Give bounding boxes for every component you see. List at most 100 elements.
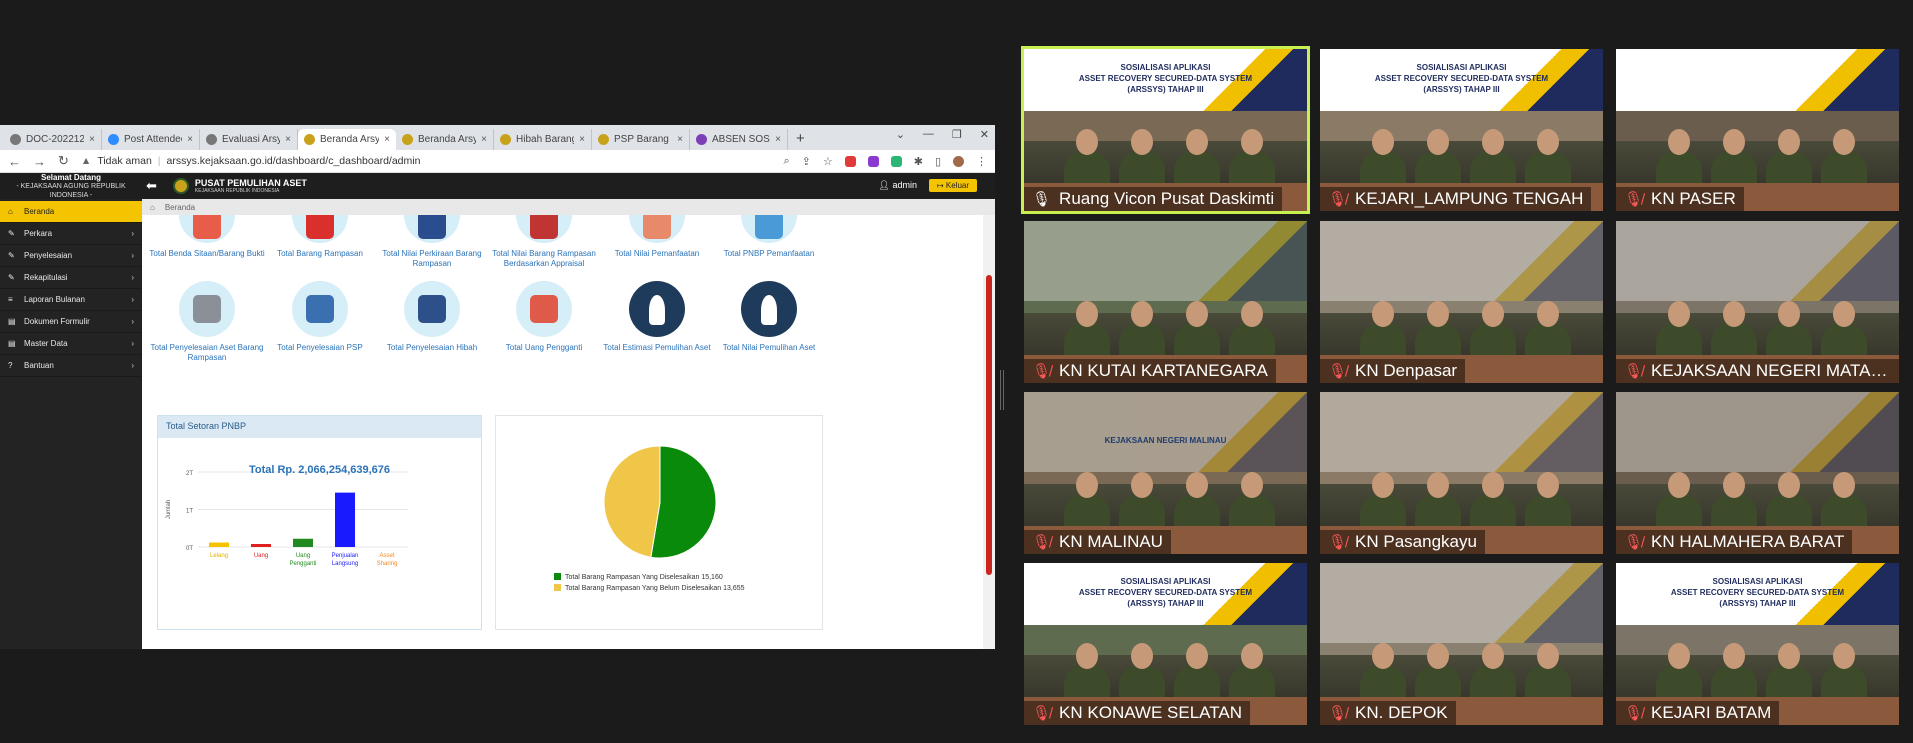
participant-tile[interactable]: 🎙︎̸ KN. DEPOK [1320, 563, 1603, 725]
browser-tab[interactable]: Hibah Barang × [494, 129, 592, 150]
tab-close-icon[interactable]: × [579, 134, 585, 145]
zoom-icon[interactable]: ⌕ [783, 155, 789, 168]
participant-tile[interactable]: 🎙︎̸ KN Denpasar [1320, 221, 1603, 383]
extensions-puzzle-icon[interactable]: ✱ [914, 155, 923, 168]
participant-name-label: 🎙︎̸ KN KONAWE SELATAN [1024, 701, 1250, 725]
reload-icon[interactable]: ↻ [58, 153, 69, 169]
participant-tile[interactable]: 🎙︎̸ KN HALMAHERA BARAT [1616, 392, 1899, 554]
bar [251, 544, 271, 547]
participant-name: KN. DEPOK [1355, 703, 1448, 722]
stat-card[interactable]: Total Barang Rampasan [260, 215, 380, 259]
stat-card[interactable]: Total Penyelesaian PSP [260, 281, 380, 353]
profile-avatar[interactable] [953, 155, 964, 167]
minimize-button[interactable]: — [923, 128, 934, 141]
stat-card[interactable]: Total Nilai Pemulihan Aset [709, 281, 829, 353]
person-head [1537, 301, 1559, 327]
adblock-extension-icon[interactable] [844, 155, 856, 167]
content-scrollbar[interactable] [983, 215, 995, 649]
person-head [1186, 472, 1208, 498]
stat-card[interactable]: Total Estimasi Pemulihan Aset [597, 281, 717, 353]
stat-card[interactable]: Total PNBP Pemanfaatan [709, 215, 829, 259]
participant-tile[interactable]: 🎙︎̸ KN Pasangkayu [1320, 392, 1603, 554]
tab-close-icon[interactable]: × [285, 134, 291, 145]
sidebar-toggle-icon[interactable]: ⬅ [146, 178, 157, 194]
tab-close-icon[interactable]: × [89, 134, 95, 145]
participant-tile[interactable]: SOSIALISASI APLIKASI ASSET RECOVERY SECUR… [1024, 563, 1307, 725]
browser-tab[interactable]: Evaluasi Arsy × [200, 129, 298, 150]
person-head [1723, 129, 1745, 155]
browser-tab[interactable]: DOC-2022121 × [4, 129, 102, 150]
stat-card[interactable]: Total Nilai Barang Rampasan Berdasarkan … [484, 215, 604, 269]
x-tick-label: Langsung [332, 561, 358, 567]
user-name: admin [892, 180, 917, 190]
tabs: DOC-2022121 × Post Attendee × Evaluasi A… [4, 129, 788, 150]
tab-search-icon[interactable]: ⌄ [896, 128, 905, 141]
stat-card[interactable]: Total Benda Sitaan/Barang Bukti [147, 215, 267, 259]
back-icon[interactable]: ← [8, 154, 21, 169]
person-head [1076, 472, 1098, 498]
sidebar-item[interactable]: ✎ Penyelesaian › [0, 245, 142, 267]
browser-tab[interactable]: PSP Barang R × [592, 129, 690, 150]
sidebar-item[interactable]: ▤ Dokumen Formulir › [0, 311, 142, 333]
participant-tile[interactable]: 🎙︎̸ KEJAKSAAN NEGERI MATAR... [1616, 221, 1899, 383]
backdrop [1024, 392, 1307, 472]
url-text[interactable]: arssys.kejaksaan.go.id/dashboard/c_dashb… [167, 155, 421, 167]
browser-tab[interactable]: Post Attendee × [102, 129, 200, 150]
panel-splitter-handle[interactable] [1000, 370, 1004, 410]
sidebar-item[interactable]: ✎ Perkara › [0, 223, 142, 245]
stat-card[interactable]: Total Penyelesaian Aset Barang Rampasan [147, 281, 267, 363]
participant-tile[interactable]: JAKARTA, 11-12 JAN 🎙︎̸ KN PASER [1616, 49, 1899, 211]
stat-illustration-icon [741, 215, 797, 243]
participant-tile[interactable]: KEJAKSAAN NEGERI MALINAU 🎙︎̸ KN MALINAU [1024, 392, 1307, 554]
extension-icon[interactable] [890, 155, 902, 167]
bookmark-star-icon[interactable]: ☆ [823, 155, 833, 168]
scrollbar-thumb[interactable] [986, 275, 992, 575]
extension-icon[interactable] [867, 155, 879, 167]
participant-tile[interactable]: SOSIALISASI APLIKASI ASSET RECOVERY SECUR… [1320, 49, 1603, 211]
browser-tab[interactable]: Beranda Arsy × [298, 129, 396, 150]
person-head [1537, 643, 1559, 669]
person-head [1537, 129, 1559, 155]
browser-menu-icon[interactable]: ⋮ [976, 155, 987, 168]
participant-name-label: 🎙︎̸ KN. DEPOK [1320, 701, 1456, 725]
new-tab-button[interactable]: + [788, 129, 813, 150]
sidebar-item[interactable]: ✎ Rekapitulasi › [0, 267, 142, 289]
stat-card[interactable]: Total Nilai Perkiraan Barang Rampasan [372, 215, 492, 269]
person-head [1668, 643, 1690, 669]
banner-text: (ARSSYS) TAHAP III [1719, 599, 1796, 608]
participant-tile[interactable]: 🎙︎̸ KN KUTAI KARTANEGARA [1024, 221, 1307, 383]
browser-tab[interactable]: Beranda Arsy × [396, 129, 494, 150]
sidebar-item[interactable]: ▤ Master Data › [0, 333, 142, 355]
tab-close-icon[interactable]: × [677, 134, 683, 145]
user-menu[interactable]: 👤︎ admin [879, 180, 917, 191]
forward-icon[interactable]: → [33, 154, 46, 169]
participant-name-label: 🎙︎̸ KN PASER [1616, 187, 1744, 211]
stat-card[interactable]: Total Penyelesaian Hibah [372, 281, 492, 353]
stat-card[interactable]: Total Nilai Pemanfaatan [597, 215, 717, 259]
sidebar-item[interactable]: ≡ Laporan Bulanan › [0, 289, 142, 311]
close-window-button[interactable]: ✕ [980, 128, 989, 141]
home-icon[interactable]: ⌂ [150, 203, 155, 212]
sidebar-item[interactable]: ⌂ Beranda [0, 201, 142, 223]
restore-button[interactable]: ❐ [952, 128, 962, 141]
mic-muted-icon: 🎙︎̸ [1032, 534, 1052, 551]
person-head [1372, 129, 1394, 155]
participant-name: KN Pasangkayu [1355, 532, 1477, 551]
browser-tab[interactable]: ABSEN SOSIA × [690, 129, 788, 150]
stat-label: Total Benda Sitaan/Barang Bukti [149, 249, 265, 258]
participant-tile[interactable]: SOSIALISASI APLIKASI ASSET RECOVERY SECUR… [1616, 563, 1899, 725]
sidebar-item-label: Laporan Bulanan [24, 295, 85, 304]
sidepanel-icon[interactable]: ▯ [935, 155, 941, 168]
stat-illustration-icon [292, 281, 348, 337]
stat-card[interactable]: Total Uang Pengganti [484, 281, 604, 353]
logout-button[interactable]: ↦ Keluar [928, 179, 977, 192]
sidebar-item[interactable]: ? Bantuan › [0, 355, 142, 377]
tab-close-icon[interactable]: × [775, 134, 781, 145]
participant-tile[interactable]: SOSIALISASI APLIKASI ASSET RECOVERY SECUR… [1021, 46, 1310, 214]
tab-close-icon[interactable]: × [384, 134, 390, 145]
share-icon[interactable]: ⇪ [802, 155, 811, 168]
address-bar[interactable]: ▲ Tidak aman | arssys.kejaksaan.go.id/da… [81, 155, 772, 167]
legend-swatch [554, 584, 561, 591]
tab-close-icon[interactable]: × [187, 134, 193, 145]
tab-close-icon[interactable]: × [481, 134, 487, 145]
